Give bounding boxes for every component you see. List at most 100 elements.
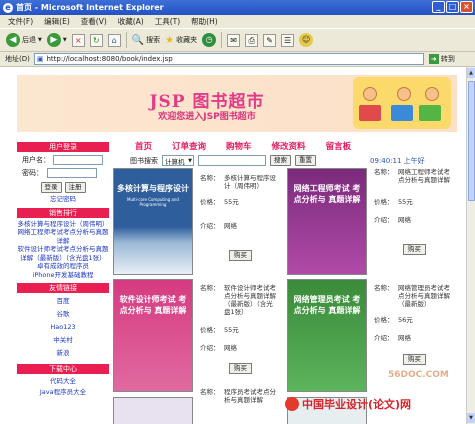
book-icon	[359, 105, 381, 121]
search-input[interactable]	[198, 155, 266, 166]
search-label: 图书搜索	[130, 156, 158, 165]
book-name: 多核计算与程序设计（周伟明）	[224, 174, 276, 190]
nav-orders[interactable]: 订单查询	[172, 140, 206, 152]
book-price: 55元	[398, 198, 413, 206]
cover-title: 网络工程师考试 考点分析与 真题详解	[293, 184, 361, 204]
friend-link[interactable]: Hao123	[17, 321, 109, 334]
address-label: 地址(D)	[5, 55, 30, 63]
forgot-password-link[interactable]: 忘记密码	[17, 195, 109, 204]
go-button[interactable]: ➜ 转到	[428, 54, 455, 64]
search-submit-button[interactable]: 搜索	[270, 155, 291, 166]
search-button[interactable]: 🔍 搜索	[132, 35, 160, 46]
back-arrow-icon: ◀	[6, 33, 20, 47]
search-label: 搜索	[146, 36, 161, 44]
bestseller-item[interactable]: 多核计算与程序设计（周伟明）	[17, 220, 109, 229]
print-icon[interactable]: ⎙	[245, 33, 259, 47]
address-url: http://localhost:8080/book/index.jsp	[46, 55, 173, 63]
name-label: 名称：	[200, 174, 220, 182]
intro-label: 介绍：	[200, 344, 220, 352]
menu-help[interactable]: 帮助(H)	[191, 16, 218, 27]
username-input[interactable]	[53, 155, 103, 165]
bestseller-item[interactable]: 软件设计师考试考点分析与真题详解（最新版）（含光盘1张）	[17, 245, 109, 262]
links-header: 友情链接	[17, 283, 109, 293]
bestseller-item[interactable]: 网络工程师考试考点分析与真题详解	[17, 228, 109, 245]
download-item[interactable]: Java程序员大全	[17, 387, 109, 398]
username-row: 用户名：	[22, 155, 109, 165]
footer-brand: 中国毕业设计(论文)网	[302, 398, 412, 411]
address-input[interactable]: ▣ http://localhost:8080/book/index.jsp	[33, 53, 424, 65]
cover-title: 软件设计师考试 考点分析与 真题详解	[119, 295, 187, 315]
favorites-button[interactable]: ★ 收藏夹	[165, 35, 197, 46]
back-label: 后退	[22, 36, 36, 44]
edit-icon[interactable]: ✎	[263, 33, 277, 47]
nav-profile[interactable]: 修改资料	[272, 140, 306, 152]
reset-button[interactable]: 重置	[295, 155, 316, 166]
register-button[interactable]: 注册	[64, 182, 86, 193]
password-input[interactable]	[47, 168, 97, 178]
menu-bar: 文件(F) 编辑(E) 查看(V) 收藏(A) 工具(T) 帮助(H)	[0, 15, 475, 28]
price-label: 价格：	[374, 198, 394, 206]
time-greeting: 09:40:11 上午好	[370, 157, 425, 165]
toolbar: ◀ 后退 ▼ ▶ ▼ × ↻ ⌂ 🔍 搜索 ★ 收藏夹 ◷ ✉ ⎙ ✎ ☰ ☺	[0, 28, 475, 52]
friend-link[interactable]: 新浪	[17, 347, 109, 360]
vertical-scrollbar[interactable]: ▲ ▼	[466, 67, 475, 424]
page-content: JSP 图书超市 欢迎您进入JSP图书超市 首页 订单查询 购物车 修改资料 留…	[0, 67, 466, 424]
menu-file[interactable]: 文件(F)	[8, 16, 33, 27]
scroll-thumb[interactable]	[468, 81, 475, 201]
book-icon	[391, 105, 413, 121]
logo-icon	[285, 397, 299, 411]
book-cover[interactable]: 网络管理员考试 考点分析与 真题详解	[287, 279, 367, 392]
mail-icon[interactable]: ✉	[227, 33, 241, 47]
menu-favorites[interactable]: 收藏(A)	[118, 16, 144, 27]
book-icon	[419, 105, 441, 121]
name-label: 名称：	[200, 284, 220, 292]
name-label: 名称：	[374, 168, 394, 176]
menu-edit[interactable]: 编辑(E)	[44, 16, 70, 27]
buy-button[interactable]: 购买	[403, 244, 426, 255]
book-price: 55元	[224, 198, 239, 206]
window-titlebar: e 首页 - Microsoft Internet Explorer _ □ ×	[0, 0, 475, 15]
intro-label: 介绍：	[374, 334, 394, 342]
friend-link[interactable]: 谷歌	[17, 308, 109, 321]
refresh-icon[interactable]: ↻	[89, 33, 103, 47]
download-item[interactable]: 代码大全	[17, 376, 109, 387]
page-icon: ▣	[36, 55, 44, 63]
menu-tools[interactable]: 工具(T)	[155, 16, 180, 27]
home-icon[interactable]: ⌂	[107, 33, 121, 47]
friend-link[interactable]: 中关村	[17, 334, 109, 347]
bestseller-item[interactable]: 卓有成效的程序员	[17, 262, 109, 271]
friend-link[interactable]: 百度	[17, 295, 109, 308]
nav-home[interactable]: 首页	[135, 140, 152, 152]
discuss-icon[interactable]: ☰	[281, 33, 295, 47]
menu-view[interactable]: 查看(V)	[81, 16, 107, 27]
back-button[interactable]: ◀ 后退 ▼	[6, 33, 42, 47]
bestseller-item[interactable]: iPhone开发基础教程	[17, 271, 109, 280]
scroll-up-icon[interactable]: ▲	[467, 68, 475, 78]
buy-button[interactable]: 购买	[229, 250, 252, 261]
buy-button[interactable]: 购买	[229, 363, 252, 374]
maximize-button[interactable]: □	[446, 1, 459, 13]
main-nav: 首页 订单查询 购物车 修改资料 留言板	[135, 140, 351, 152]
book-price: 55元	[224, 326, 239, 334]
close-button[interactable]: ×	[460, 1, 473, 13]
buy-button[interactable]: 购买	[403, 354, 426, 365]
history-icon[interactable]: ◷	[202, 33, 217, 47]
nav-guestbook[interactable]: 留言板	[326, 140, 352, 152]
messenger-icon[interactable]: ☺	[299, 33, 314, 47]
minimize-button[interactable]: _	[432, 1, 445, 13]
book-cover[interactable]: 网络工程师考试 考点分析与 真题详解	[287, 168, 367, 275]
scroll-down-icon[interactable]: ▼	[467, 413, 475, 423]
price-label: 价格：	[374, 316, 394, 324]
forward-button[interactable]: ▶ ▼	[46, 33, 67, 47]
book-cover[interactable]	[113, 397, 193, 424]
book-cover[interactable]: 软件设计师考试 考点分析与 真题详解	[113, 279, 193, 392]
book-name: 网络工程师考试考点分析与真题详解	[398, 168, 450, 184]
book-cover[interactable]: 多核计算与程序设计 Multi-core Computing and Progr…	[113, 168, 193, 275]
login-button[interactable]: 登录	[40, 182, 62, 193]
nav-cart[interactable]: 购物车	[226, 140, 252, 152]
bestsellers-header: 销售排行	[17, 207, 109, 218]
chevron-down-icon: ▼	[62, 37, 67, 43]
book-name: 程序员考试考点分析与真题详解	[224, 388, 276, 404]
category-select[interactable]: 计算机 ▼	[162, 155, 194, 166]
stop-icon[interactable]: ×	[71, 33, 85, 47]
